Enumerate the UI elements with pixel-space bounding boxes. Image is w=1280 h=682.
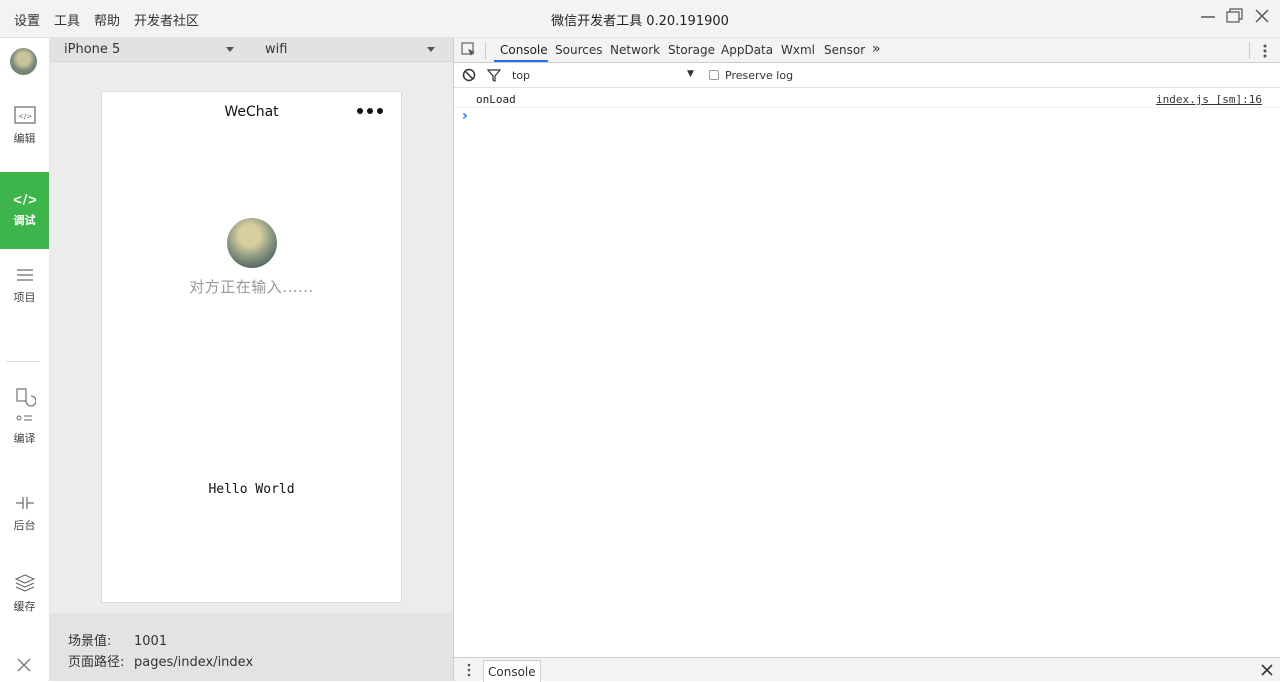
devtools-drawer-bar: Console [454,657,1280,682]
code-icon: </> [14,193,36,206]
sidebar-item-label: 编辑 [13,132,36,145]
typing-status: 对方正在输入...... [189,278,314,296]
path-value: pages/index/index [134,655,254,670]
drawer-tab-console[interactable]: Console [483,660,541,682]
svg-text:</>: </> [17,113,31,121]
path-label: 页面路径: [68,655,125,670]
console-log-row: onLoad index.js [sm]:16 [454,89,1280,108]
kebab-menu-icon[interactable] [466,662,472,678]
console-prompt[interactable]: › [462,108,468,124]
svg-text:</>: </> [14,193,36,206]
sidebar-item-label: 缓存 [13,600,36,613]
simulator-panel: iPhone 5 wifi WeChat 对方正在输入...... Hello … [50,38,453,681]
scene-value: 1001 [134,634,168,649]
close-icon[interactable] [1254,8,1270,24]
inspect-element-icon[interactable] [461,42,477,58]
tab-sources[interactable]: Sources [555,43,602,57]
sidebar-item-project[interactable]: 项目 [0,267,49,305]
minimize-icon[interactable] [1200,8,1216,24]
toolbar-divider [1249,42,1250,59]
devtools-tab-bar: Console Sources Network Storage AppData … [454,38,1280,63]
toolbar-divider [485,42,486,59]
chevron-down-icon[interactable] [427,47,435,52]
preserve-log-checkbox[interactable] [709,70,719,80]
contact-avatar [227,218,277,268]
layers-icon [14,574,35,592]
devtools-panel: Console Sources Network Storage AppData … [453,38,1280,682]
sidebar-item-edit[interactable]: </> 编辑 [0,106,49,146]
network-select[interactable]: wifi [265,42,287,57]
backend-icon [15,497,34,509]
log-message: onLoad [476,93,516,106]
tab-appdata[interactable]: AppData [721,43,773,57]
sidebar-item-compile[interactable]: 编译 [0,388,49,446]
menu-lines-icon [16,269,33,281]
sidebar-item-backend[interactable]: 后台 [0,495,49,533]
sidebar-item-debug[interactable]: </> 调试 [0,172,49,249]
sidebar-item-label: 编译 [13,432,36,445]
tab-sensor[interactable]: Sensor [824,43,865,57]
compile-icon [15,388,36,421]
title-bar: 设置 工具 帮助 开发者社区 微信开发者工具 0.20.191900 [0,0,1280,38]
close-icon[interactable] [17,658,31,672]
filter-icon[interactable] [487,68,501,82]
sidebar-divider [6,361,40,362]
active-tab-indicator [494,60,548,62]
sidebar-item-cache[interactable]: 缓存 [0,574,49,614]
scene-label: 场景值: [68,634,112,649]
kebab-menu-icon[interactable] [1262,43,1268,59]
tab-network[interactable]: Network [610,43,660,57]
close-drawer-icon[interactable] [1261,664,1273,676]
console-filter-bar: top ▼ Preserve log [454,63,1280,88]
sidebar-item-label: 后台 [13,519,36,532]
user-avatar[interactable] [10,48,37,75]
simulator-toolbar: iPhone 5 wifi [50,38,453,62]
tab-storage[interactable]: Storage [668,43,715,57]
hello-text: Hello World [208,482,295,497]
chevron-down-icon[interactable] [226,47,234,52]
preserve-log-label: Preserve log [725,69,794,82]
simulator-footer: 场景值: 1001 页面路径: pages/index/index [50,613,453,681]
more-icon[interactable] [357,108,383,114]
scene-row: 场景值: 1001 [68,630,167,649]
path-row: 页面路径: pages/index/index [68,651,253,670]
sidebar-item-label: 调试 [13,214,36,227]
code-window-icon: </> [13,106,36,124]
sidebar: </> 编辑 </> 调试 项目 编译 后台 缓存 [0,38,50,681]
tab-console[interactable]: Console [500,43,548,57]
device-select[interactable]: iPhone 5 [64,42,120,57]
log-source-link[interactable]: index.js [sm]:16 [1156,93,1262,106]
context-select[interactable]: top [512,69,530,82]
maximize-icon[interactable] [1226,8,1244,24]
chevron-down-icon[interactable]: ▼ [687,69,694,79]
more-tabs-button[interactable]: » [872,41,881,57]
sidebar-item-label: 项目 [13,291,36,304]
window-controls [1200,8,1270,24]
phone-screen: WeChat 对方正在输入...... Hello World [101,91,402,603]
clear-console-icon[interactable] [462,68,476,82]
tab-wxml[interactable]: Wxml [781,43,815,57]
window-title: 微信开发者工具 0.20.191900 [551,14,729,29]
